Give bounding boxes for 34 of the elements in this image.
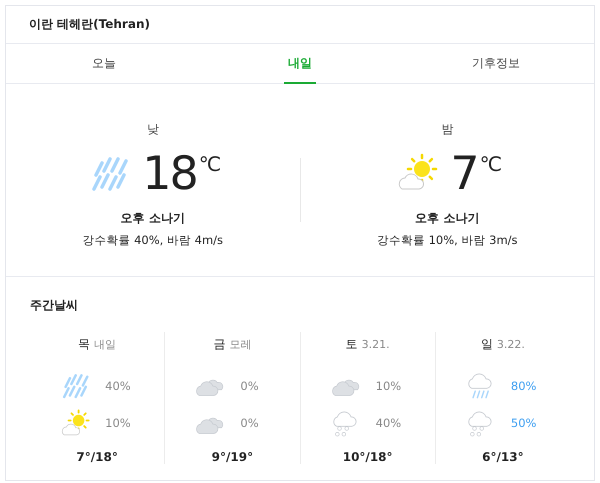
precipitation-chance: 50% (510, 416, 538, 430)
precipitation-chance: 40% (376, 416, 402, 430)
day-date: 3.21. (362, 338, 390, 351)
tab[interactable]: 오늘 (6, 44, 202, 83)
day-name: 목 (78, 336, 90, 353)
precipitation-chance: 0% (240, 378, 260, 393)
weather-summary: 오후 소나기 (415, 210, 480, 226)
period-label: 밤 (441, 120, 454, 138)
location-title: 이란 테헤란(Tehran) (29, 16, 150, 33)
weather-detail: 강수확률 40%, 바람 4m/s (82, 232, 224, 248)
precipitation-chance: 10% (376, 378, 402, 393)
temperature-range: 9°/19° (212, 450, 254, 464)
temperature: 18 (142, 150, 197, 196)
day-name: 일 (480, 336, 493, 353)
weather-detail: 강수확률 10%, 바람 3m/s (376, 232, 518, 248)
unit-label: ℃ (198, 152, 222, 176)
day-name: 토 (346, 336, 358, 353)
temperature: 7 (450, 150, 478, 196)
day-date: 모레 (229, 337, 252, 352)
section-title: 주간날씨 (30, 297, 79, 314)
unit-label: ℃ (480, 152, 502, 176)
day-date: 3.22. (496, 338, 525, 351)
period-label: 낮 (146, 120, 159, 138)
precipitation-chance: 80% (510, 378, 538, 393)
day-name: 금 (213, 336, 226, 353)
precipitation-chance: 10% (105, 416, 132, 430)
precipitation-chance: 40% (105, 378, 132, 393)
day-date: 내일 (94, 337, 116, 352)
precipitation-chance: 0% (240, 416, 260, 430)
tab[interactable]: 기후정보 (398, 44, 594, 83)
temperature-range: 7°/18° (76, 450, 118, 464)
weather-summary: 오후 소나기 (120, 210, 185, 226)
temperature-range: 6°/13° (482, 450, 524, 464)
temperature-range: 10°/18° (342, 450, 393, 464)
